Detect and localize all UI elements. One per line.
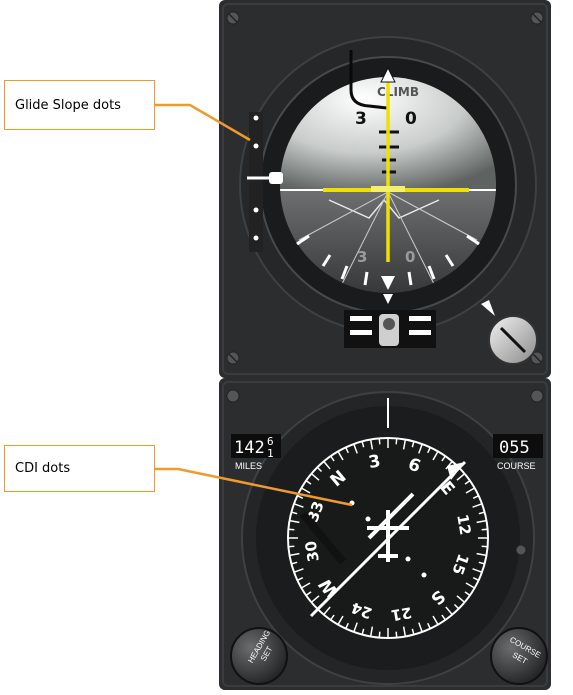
compass-tick — [378, 438, 381, 445]
course-label: COURSE — [497, 461, 536, 471]
compass-tick — [288, 545, 295, 548]
course-set-knob[interactable]: COURSE SET — [490, 627, 548, 685]
miles-digit-lower: 1 — [267, 447, 274, 460]
compass-tick — [395, 631, 398, 638]
glide-slope-callout: Glide Slope dots — [4, 80, 155, 130]
cdi-callout-label: CDI dots — [15, 461, 71, 476]
climb-label: CLIMB — [377, 85, 419, 99]
pitch-label-upper: 3 — [355, 109, 367, 129]
compass-tick — [395, 438, 398, 445]
compass-tick — [481, 528, 488, 531]
compass-label: 21 — [390, 603, 414, 624]
pitch-label-upper-right: 0 — [405, 109, 417, 129]
attitude-indicator: CLIMB 3 0 3 0 — [219, 0, 551, 378]
cdi-callout: CDI dots — [4, 445, 155, 492]
glide-slope-callout-label: Glide Slope dots — [15, 97, 121, 113]
course-value: 055 — [499, 438, 530, 458]
aircraft-symbol — [371, 186, 405, 192]
compass-tick — [288, 528, 295, 531]
compass-label: 12 — [453, 513, 474, 537]
pitch-label-lower: 3 — [357, 248, 367, 266]
pitch-label-lower-right: 0 — [405, 248, 415, 266]
glide-slope-pointer — [269, 172, 283, 184]
compass-tick — [481, 545, 488, 548]
miles-label: MILES — [235, 461, 262, 471]
compass-tick — [378, 631, 381, 638]
miles-value: 142 — [234, 438, 265, 458]
horizontal-situation-indicator: N 3 6 E 12 15 S 21 24 W 30 33 142 6 1 MILES 055 COU… — [219, 378, 551, 690]
heading-set-knob[interactable]: HEADING SET — [230, 627, 288, 685]
compass-label: 30 — [301, 540, 322, 564]
